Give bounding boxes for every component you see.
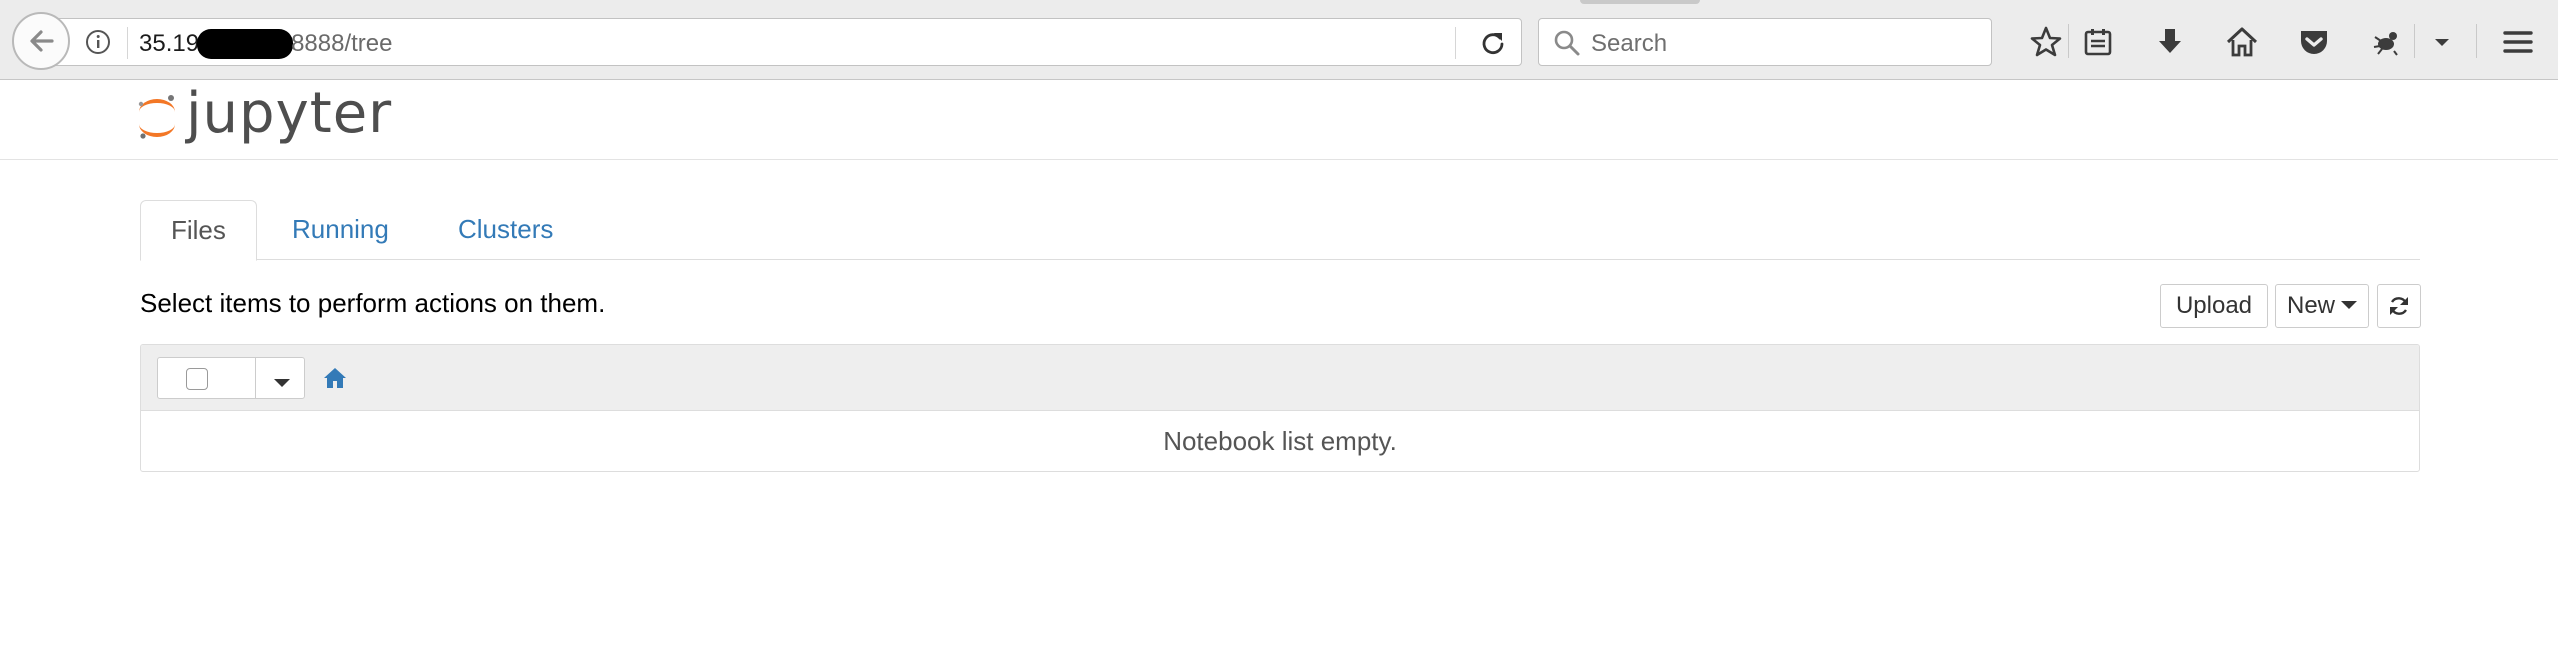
url-path: 8888/tree <box>291 30 393 57</box>
toolbar-divider <box>2476 24 2477 58</box>
select-menu-caret-icon[interactable] <box>273 375 291 393</box>
new-button-label: New <box>2286 292 2335 319</box>
jupyter-wordmark: jupyter <box>186 81 393 146</box>
tab-running[interactable]: Running <box>262 200 419 260</box>
tab-strip-edge <box>1580 0 1700 4</box>
url-divider <box>1455 27 1456 59</box>
back-button[interactable] <box>12 12 70 70</box>
download-icon[interactable] <box>2148 20 2192 64</box>
toolbar-divider <box>2068 24 2069 58</box>
overflow-chevron-icon[interactable] <box>2420 20 2464 64</box>
jupyter-logo[interactable]: jupyter <box>136 82 392 150</box>
url-divider <box>127 27 128 59</box>
select-divider <box>255 358 256 398</box>
select-all-checkbox[interactable] <box>186 368 208 390</box>
new-button[interactable]: New <box>2275 284 2369 328</box>
url-text[interactable]: 35.19 8888/tree <box>139 29 392 59</box>
notebook-list-header <box>141 345 2419 411</box>
reload-icon[interactable] <box>1473 25 1513 61</box>
select-all-group[interactable] <box>157 357 305 399</box>
home-icon[interactable] <box>2220 20 2264 64</box>
pocket-icon[interactable] <box>2292 20 2336 64</box>
notebook-list: Notebook list empty. <box>140 344 2420 472</box>
breadcrumb-home-icon[interactable] <box>323 367 347 389</box>
refresh-button[interactable] <box>2377 284 2421 328</box>
browser-toolbar: 35.19 8888/tree Search <box>0 0 2558 80</box>
reading-list-icon[interactable] <box>2076 20 2120 64</box>
tab-files[interactable]: Files <box>140 200 257 261</box>
search-bar[interactable]: Search <box>1538 18 1992 66</box>
url-host: 35.19 <box>139 30 200 57</box>
selection-hint: Select items to perform actions on them. <box>140 288 606 318</box>
back-arrow-icon <box>30 30 54 52</box>
toolbar-divider <box>2414 24 2415 58</box>
jupyter-header: jupyter <box>0 80 2558 160</box>
redaction-mark <box>197 29 294 59</box>
tab-clusters[interactable]: Clusters <box>428 200 583 260</box>
info-icon[interactable] <box>85 29 111 55</box>
upload-button-label: Upload <box>2175 292 2253 319</box>
extension-icon[interactable] <box>2364 20 2408 64</box>
hamburger-menu-icon[interactable] <box>2496 20 2540 64</box>
upload-button[interactable]: Upload <box>2160 284 2268 328</box>
jupyter-logo-icon <box>138 95 175 139</box>
url-bar[interactable]: 35.19 8888/tree <box>44 18 1522 66</box>
caret-down-icon <box>2341 301 2357 309</box>
bookmark-star-icon[interactable] <box>2024 20 2068 64</box>
refresh-icon <box>2390 297 2408 315</box>
empty-list-message: Notebook list empty. <box>1163 426 1397 456</box>
search-placeholder: Search <box>1591 30 1668 57</box>
tab-bar: Files Running Clusters <box>140 200 2420 261</box>
search-icon <box>1553 29 1581 57</box>
